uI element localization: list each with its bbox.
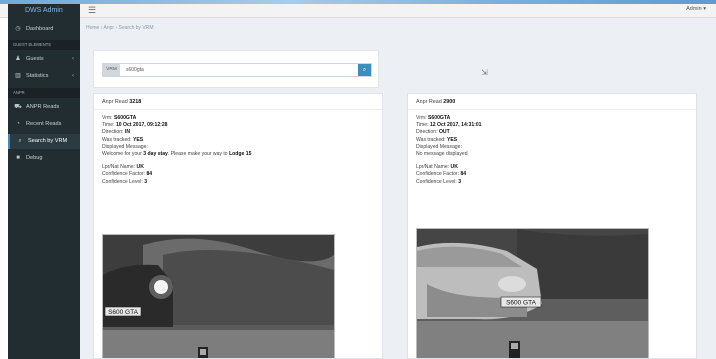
chevron-left-icon: ‹ bbox=[72, 56, 74, 62]
read-details: Vrm: S600GTA Time: 12 Oct 2017, 14:31:01… bbox=[416, 115, 482, 186]
plate-country-label: Lpr/Nat Name: bbox=[416, 164, 450, 171]
sidebar-item-label: Recent Reads bbox=[26, 121, 62, 127]
was-tracked-value: YES bbox=[132, 136, 144, 143]
sidebar-item-label: Search by VRM bbox=[28, 138, 68, 144]
message-stay-length: 3 day stay bbox=[143, 151, 168, 158]
divider bbox=[408, 109, 696, 110]
sidebar-item-search-by-vrm[interactable]: ⌕ Search by VRM bbox=[8, 134, 80, 149]
sidebar-item-label: ANPR Reads bbox=[26, 104, 60, 110]
bug-icon: ■ bbox=[16, 155, 20, 161]
was-tracked-label: Was tracked: bbox=[416, 136, 446, 143]
sidebar-header-anpr: ANPR bbox=[8, 88, 80, 98]
number-plate-text: S600 GTA bbox=[108, 309, 139, 316]
message-lodge: Lodge 15 bbox=[229, 151, 252, 158]
card-title: Anpr Read 2900 bbox=[416, 99, 455, 105]
search-type-addon: VRM bbox=[103, 64, 120, 76]
anpr-camera-image[interactable]: S600 GTA bbox=[416, 228, 649, 358]
search-input[interactable]: s600gta bbox=[126, 64, 144, 76]
sidebar: ◷ Dashboard GUEST ELEMENTS ♟ Guests ‹ ▥ … bbox=[8, 18, 80, 359]
confidence-level-value: 3 bbox=[458, 178, 462, 185]
displayed-message: Welcome for your 3 day stay. Please make… bbox=[102, 151, 251, 158]
plate-country-value: UK bbox=[450, 164, 458, 171]
sidebar-item-recent-reads[interactable]: ◔ Recent Reads bbox=[8, 117, 80, 132]
clock-icon: ◔ bbox=[16, 121, 20, 127]
mouse-cursor-icon: ⇲ bbox=[481, 68, 488, 77]
top-navbar: DWS Admin ☰ Admin ▾ bbox=[0, 0, 716, 18]
direction-value: IN bbox=[124, 129, 131, 136]
message-text: No message displayed bbox=[416, 151, 468, 158]
search-button[interactable]: ⌕ bbox=[358, 64, 371, 76]
sidebar-item-label: Guests bbox=[26, 56, 44, 62]
breadcrumb[interactable]: Home › Anpr › Search by VRM bbox=[86, 25, 154, 31]
vrm-search-field[interactable]: VRM s600gta ⌕ bbox=[102, 63, 372, 77]
vrm-label: Vrm: bbox=[102, 115, 113, 121]
time-label: Time: bbox=[416, 122, 429, 129]
chevron-left-icon: ‹ bbox=[72, 73, 74, 79]
window-accent-strip bbox=[0, 0, 716, 4]
sidebar-item-dashboard[interactable]: ◷ Dashboard bbox=[8, 22, 80, 37]
confidence-level-label: Confidence Level: bbox=[416, 178, 457, 185]
card-title-prefix: Anpr Read bbox=[416, 99, 442, 105]
vrm-value: S600GTA bbox=[114, 115, 137, 121]
search-icon: ⌕ bbox=[18, 138, 22, 144]
confidence-factor-value: 84 bbox=[460, 171, 467, 178]
displayed-message-label: Displayed Message: bbox=[416, 143, 462, 150]
dashboard-icon: ◷ bbox=[15, 26, 21, 32]
anpr-read-card: Anpr Read 3218 Vrm: S600GTA Time: 10 Oct… bbox=[93, 93, 383, 359]
anpr-read-card: Anpr Read 2900 Vrm: S600GTA Time: 12 Oct… bbox=[407, 93, 697, 359]
time-value: 12 Oct 2017, 14:31:01 bbox=[429, 122, 482, 129]
divider bbox=[94, 109, 382, 110]
bar-chart-icon: ▥ bbox=[15, 73, 21, 79]
sidebar-header-guest-elements: GUEST ELEMENTS bbox=[8, 40, 80, 50]
user-icon: ♟ bbox=[15, 56, 21, 62]
direction-label: Direction: bbox=[102, 129, 124, 136]
was-tracked-value: YES bbox=[446, 136, 458, 143]
search-panel: VRM s600gta ⌕ bbox=[93, 50, 379, 88]
sidebar-item-label: Dashboard bbox=[26, 26, 54, 32]
time-label: Time: bbox=[102, 122, 115, 129]
confidence-level-value: 3 bbox=[144, 178, 148, 185]
vrm-value: S600GTA bbox=[428, 115, 451, 121]
sidebar-item-statistics[interactable]: ▥ Statistics ‹ bbox=[8, 69, 80, 84]
sidebar-item-label: Statistics bbox=[26, 73, 49, 79]
search-icon: ⌕ bbox=[362, 67, 367, 73]
app-logo[interactable]: DWS Admin bbox=[8, 4, 80, 18]
was-tracked-label: Was tracked: bbox=[102, 136, 132, 143]
sidebar-item-debug[interactable]: ■ Debug bbox=[8, 151, 80, 166]
main-content: Home › Anpr › Search by VRM VRM s600gta … bbox=[80, 18, 716, 359]
sidebar-item-guests[interactable]: ♟ Guests ‹ bbox=[8, 52, 80, 67]
confidence-level-label: Confidence Level: bbox=[102, 178, 143, 185]
displayed-message: No message displayed bbox=[416, 151, 482, 158]
user-menu[interactable]: Admin ▾ bbox=[686, 6, 706, 12]
anpr-camera-image[interactable]: S600 GTA bbox=[102, 234, 335, 358]
displayed-message-label: Displayed Message: bbox=[102, 143, 148, 150]
sidebar-item-anpr-reads[interactable]: ⛟ ANPR Reads bbox=[8, 100, 80, 115]
read-id: 2900 bbox=[443, 99, 456, 105]
menu-toggle-icon[interactable]: ☰ bbox=[86, 5, 98, 16]
time-value: 10 Oct 2017, 09:12:28 bbox=[115, 122, 168, 129]
sidebar-item-label: Debug bbox=[26, 155, 43, 161]
direction-value: OUT bbox=[438, 129, 450, 136]
card-title-prefix: Anpr Read bbox=[102, 99, 128, 105]
read-id: 3218 bbox=[129, 99, 142, 105]
plate-country-label: Lpr/Nat Name: bbox=[102, 164, 136, 171]
confidence-factor-label: Confidence Factor: bbox=[102, 171, 146, 178]
confidence-factor-value: 84 bbox=[146, 171, 153, 178]
direction-label: Direction: bbox=[416, 129, 438, 136]
number-plate-text: S600 GTA bbox=[506, 300, 537, 307]
plate-country-value: UK bbox=[136, 164, 144, 171]
card-title: Anpr Read 3218 bbox=[102, 99, 141, 105]
car-icon: ⛟ bbox=[14, 104, 22, 110]
read-details: Vrm: S600GTA Time: 10 Oct 2017, 09:12:28… bbox=[102, 115, 251, 186]
message-text: . Please make your way to bbox=[167, 151, 228, 158]
confidence-factor-label: Confidence Factor: bbox=[416, 171, 460, 178]
vrm-label: Vrm: bbox=[416, 115, 427, 121]
message-text: Welcome for your bbox=[102, 151, 142, 158]
